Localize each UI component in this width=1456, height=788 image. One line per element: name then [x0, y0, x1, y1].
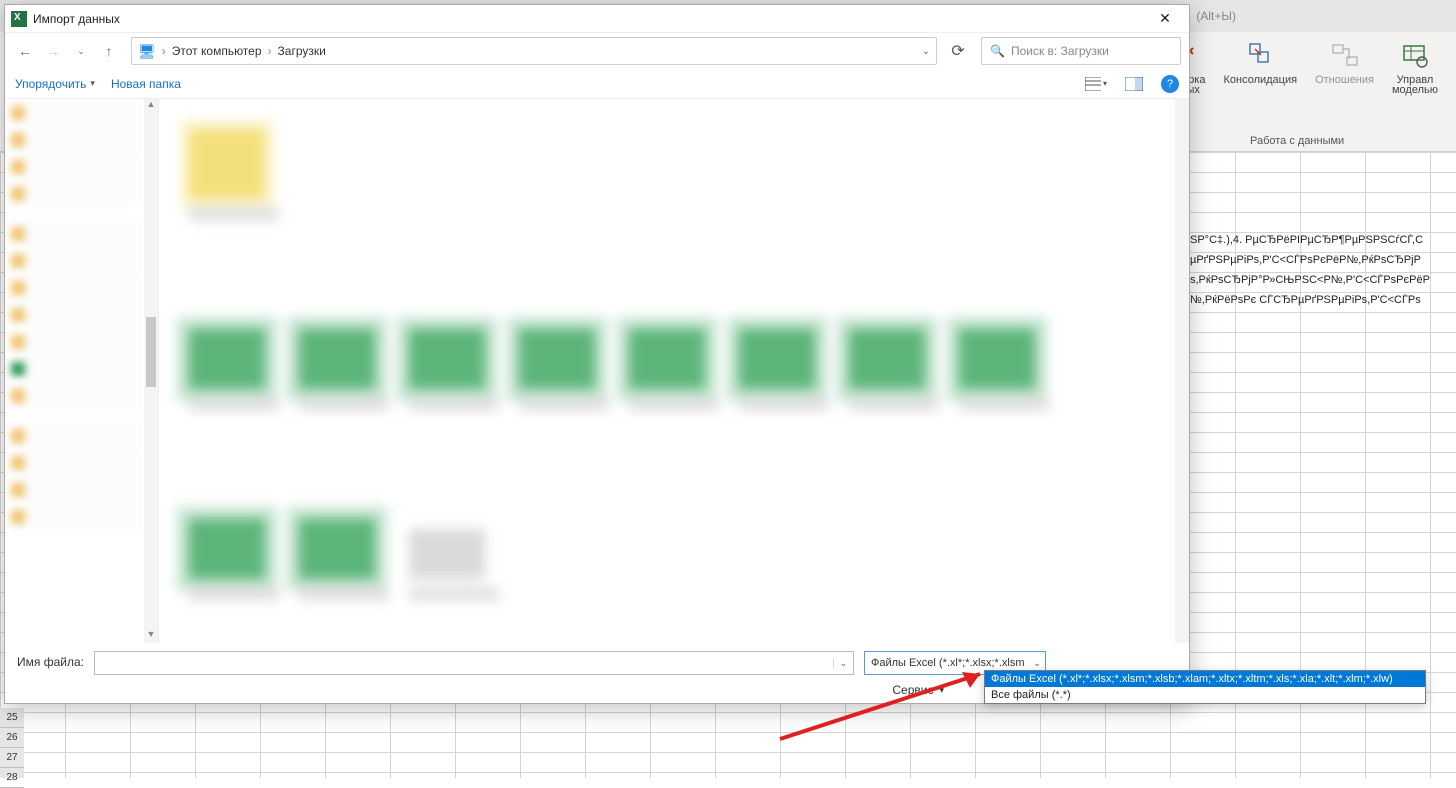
sidebar-item[interactable]: [11, 450, 142, 476]
close-button[interactable]: ✕: [1145, 7, 1185, 31]
dialog-titlebar: Импорт данных ✕: [5, 5, 1189, 33]
sidebar-item[interactable]: [11, 477, 142, 503]
row-headers: 25 26 27 28: [0, 708, 24, 778]
sidebar-item[interactable]: [11, 248, 142, 274]
file-thumbnail[interactable]: [189, 519, 279, 601]
chevron-down-icon: ▾: [90, 78, 95, 89]
row-header[interactable]: 26: [0, 728, 24, 748]
row-header[interactable]: 27: [0, 748, 24, 768]
search-placeholder: Поиск в: Загрузки: [1011, 44, 1109, 58]
pc-icon: 🖥: [138, 43, 156, 60]
file-list[interactable]: [159, 99, 1189, 643]
file-thumbnail[interactable]: [849, 329, 939, 411]
cell-content: №,РќРёРѕРє СЃСЂРµРґРЅРµРіРѕ,Р'С<СЃРѕ: [1190, 294, 1456, 306]
organize-menu[interactable]: Упорядочить ▾: [15, 77, 95, 91]
relations-button[interactable]: Отношения: [1315, 40, 1374, 96]
consolidation-label: Консолидация: [1223, 74, 1297, 86]
file-thumbnail[interactable]: [299, 519, 389, 601]
files-scrollbar[interactable]: [1175, 99, 1189, 643]
consolidation-button[interactable]: Консолидация: [1223, 40, 1297, 96]
row-header[interactable]: 28: [0, 768, 24, 788]
filetype-selected: Файлы Excel (*.xl*;*.xlsx;*.xlsm: [871, 657, 1025, 669]
file-thumbnail[interactable]: [629, 329, 719, 411]
sidebar-item[interactable]: [11, 504, 142, 530]
filename-label: Имя файла:: [17, 651, 84, 669]
filetype-dropdown[interactable]: Файлы Excel (*.xl*;*.xlsx;*.xlsm;*.xlsb;…: [984, 670, 1426, 704]
chevron-down-icon: ▾: [1103, 79, 1107, 88]
cell-content: µРґРЅРµРіРѕ,Р'С<СЃРѕРєРёР№,РќРѕСЂРјР: [1190, 254, 1456, 266]
preview-pane-button[interactable]: [1123, 73, 1145, 95]
dialog-title: Импорт данных: [33, 12, 120, 26]
breadcrumb-root[interactable]: Этот компьютер: [172, 44, 262, 58]
dialog-body: ▲ ▼: [5, 99, 1189, 643]
tools-menu[interactable]: Сервис ▾: [892, 683, 944, 697]
file-thumbnail[interactable]: [519, 329, 609, 411]
row-header[interactable]: 25: [0, 708, 24, 728]
tools-label: Сервис: [892, 683, 933, 697]
file-thumbnail[interactable]: [189, 329, 279, 411]
breadcrumb-sep: ›: [268, 44, 272, 58]
import-data-dialog: Импорт данных ✕ ← → ⌄ ↑ 🖥 › Этот компьют…: [4, 4, 1190, 704]
excel-app-icon: [11, 11, 27, 27]
sidebar-item[interactable]: [11, 154, 142, 180]
sidebar-item[interactable]: [11, 127, 142, 153]
sidebar-item[interactable]: [11, 302, 142, 328]
breadcrumb-folder[interactable]: Загрузки: [278, 44, 326, 58]
sidebar-item[interactable]: [11, 356, 142, 382]
filename-dropdown-icon[interactable]: ⌄: [833, 658, 853, 669]
filetype-option-all[interactable]: Все файлы (*.*): [985, 687, 1425, 703]
scroll-down-icon[interactable]: ▼: [144, 629, 158, 643]
manage-model-sub: моделью: [1392, 84, 1438, 96]
nav-forward-button[interactable]: →: [41, 39, 65, 63]
sidebar-item[interactable]: [11, 329, 142, 355]
sidebar-item[interactable]: [11, 423, 142, 449]
file-thumbnail[interactable]: [409, 529, 499, 601]
file-thumbnail[interactable]: [299, 329, 389, 411]
file-thumbnail[interactable]: [959, 329, 1049, 411]
chevron-down-icon: ▾: [939, 685, 944, 696]
sidebar-scrollbar[interactable]: ▲ ▼: [144, 99, 158, 643]
breadcrumb-sep: ›: [162, 44, 166, 58]
sidebar-item[interactable]: [11, 275, 142, 301]
filetype-option-excel[interactable]: Файлы Excel (*.xl*;*.xlsx;*.xlsm;*.xlsb;…: [985, 671, 1425, 687]
refresh-button[interactable]: ⟳: [947, 40, 969, 62]
sidebar-item[interactable]: [11, 221, 142, 247]
nav-row: ← → ⌄ ↑ 🖥 › Этот компьютер › Загрузки ⌄ …: [5, 33, 1189, 69]
help-button[interactable]: ?: [1161, 75, 1179, 93]
file-thumbnail[interactable]: [409, 329, 499, 411]
relations-label: Отношения: [1315, 74, 1374, 86]
ribbon-group-caption: Работа с данными: [1250, 135, 1344, 147]
sidebar-item[interactable]: [11, 100, 142, 126]
toolbar: Упорядочить ▾ Новая папка ▾ ?: [5, 69, 1189, 99]
new-folder-label: Новая папка: [111, 77, 181, 91]
nav-back-button[interactable]: ←: [13, 39, 37, 63]
file-thumbnail[interactable]: [189, 129, 279, 221]
cell-content: ѕ,РќРѕСЂРјР°Р»СЊРЅС<Р№,Р'С<СЃРѕРєРёР: [1190, 274, 1456, 286]
address-bar[interactable]: 🖥 › Этот компьютер › Загрузки ⌄: [131, 37, 937, 65]
scrollbar-thumb[interactable]: [146, 317, 156, 387]
nav-sidebar[interactable]: ▲ ▼: [5, 99, 159, 643]
sidebar-item[interactable]: [11, 383, 142, 409]
sidebar-item[interactable]: [11, 181, 142, 207]
cell-content: ЅР°С‡.),4. РµСЂРёРІРµСЂР¶РµРЅРЅСѓСЃ,С: [1190, 234, 1456, 246]
file-thumbnail[interactable]: [739, 329, 829, 411]
organize-label: Упорядочить: [15, 77, 86, 91]
new-folder-button[interactable]: Новая папка: [111, 77, 181, 91]
nav-up-button[interactable]: ↑: [97, 39, 121, 63]
search-icon: 🔍: [990, 44, 1005, 58]
ribbon-group-data-tools: Проверка данных Консолидация Отношения У…: [1146, 32, 1448, 151]
filename-input[interactable]: ⌄: [94, 651, 854, 675]
scroll-up-icon[interactable]: ▲: [144, 99, 158, 113]
search-input[interactable]: 🔍 Поиск в: Загрузки: [981, 37, 1181, 65]
view-mode-button[interactable]: ▾: [1085, 73, 1107, 95]
nav-recent-dropdown[interactable]: ⌄: [69, 39, 93, 63]
address-dropdown-icon[interactable]: ⌄: [922, 46, 930, 57]
tell-me-hint: (Alt+Ы): [1196, 9, 1236, 23]
chevron-down-icon: ⌄: [1033, 658, 1041, 669]
manage-model-button[interactable]: Управл моделью: [1392, 40, 1438, 96]
